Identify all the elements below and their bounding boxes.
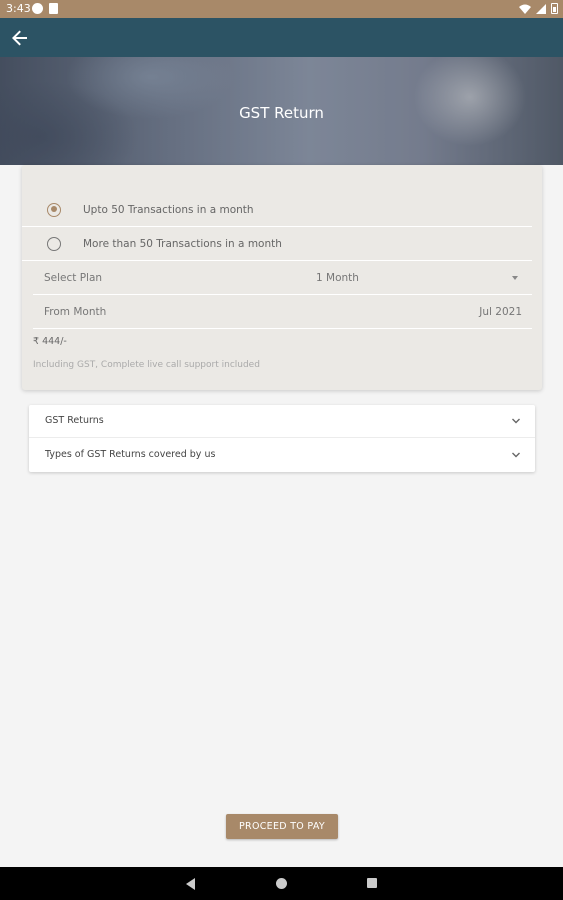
wifi-icon [519, 4, 531, 14]
plan-option-more-than-50[interactable]: More than 50 Transactions in a month [22, 227, 532, 261]
select-plan-value: 1 Month [316, 272, 359, 284]
page-title: GST Return [239, 104, 324, 122]
accordion-item-types-of-gst-returns[interactable]: Types of GST Returns covered by us [29, 439, 535, 472]
from-month-value: Jul 2021 [479, 306, 522, 318]
plan-option-upto-50[interactable]: Upto 50 Transactions in a month [22, 193, 532, 227]
battery-icon [551, 3, 558, 14]
arrow-left-icon[interactable] [8, 26, 32, 50]
plan-card: Upto 50 Transactions in a month More tha… [22, 165, 542, 390]
dropdown-arrow-icon [512, 276, 518, 280]
status-bar: 3:43 [0, 0, 563, 18]
chevron-down-icon [512, 418, 520, 424]
nav-recents-icon[interactable] [367, 878, 377, 888]
select-plan-label: Select Plan [44, 272, 103, 284]
status-time: 3:43 [6, 2, 31, 15]
plan-option-label: More than 50 Transactions in a month [83, 237, 282, 250]
price-note: Including GST, Complete live call suppor… [33, 360, 260, 370]
accordion-title: GST Returns [45, 415, 104, 426]
g-notification-icon [32, 3, 43, 14]
chevron-down-icon [512, 452, 520, 458]
radio-button-selected[interactable] [47, 202, 61, 217]
accordion-title: Types of GST Returns covered by us [45, 449, 216, 460]
plan-option-label: Upto 50 Transactions in a month [83, 203, 254, 216]
info-accordion: GST Returns Types of GST Returns covered… [29, 405, 535, 472]
system-nav-bar [0, 867, 563, 900]
hero-banner: GST Return [0, 57, 563, 165]
select-plan-dropdown[interactable]: Select Plan 1 Month [33, 261, 532, 295]
nav-home-icon[interactable] [276, 878, 287, 889]
from-month-label: From Month [44, 306, 107, 318]
document-icon [49, 3, 58, 14]
radio-button[interactable] [47, 236, 61, 251]
price-label: ₹ 444/- [33, 336, 67, 347]
app-bar [0, 18, 563, 57]
accordion-item-gst-returns[interactable]: GST Returns [29, 405, 535, 438]
from-month-field[interactable]: From Month Jul 2021 [33, 295, 532, 329]
proceed-to-pay-button[interactable]: PROCEED TO PAY [226, 814, 338, 839]
nav-back-icon[interactable] [186, 878, 195, 890]
signal-icon [536, 3, 546, 14]
